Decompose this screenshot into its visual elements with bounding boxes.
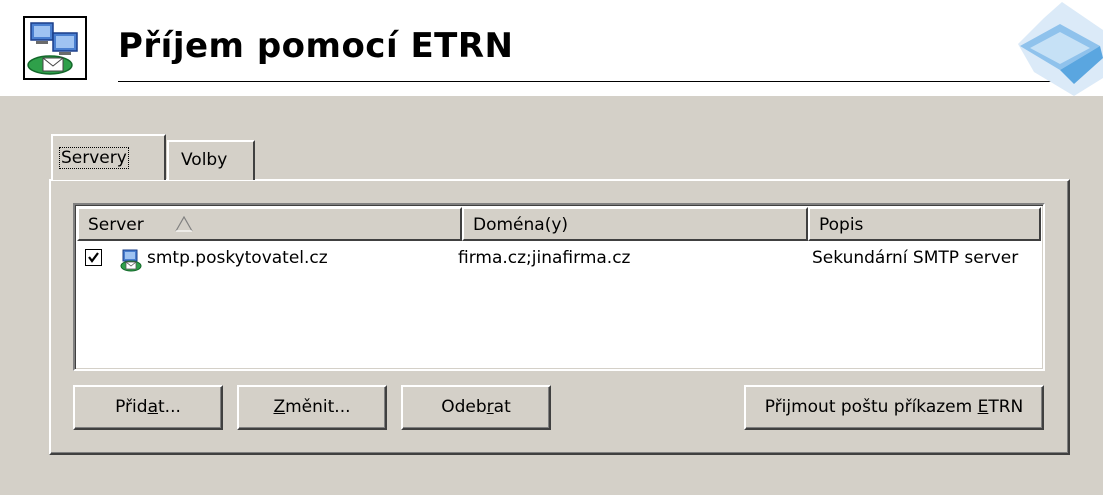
cell-description: Sekundární SMTP server: [812, 248, 1019, 268]
cell-domains: firma.cz;jinafirma.cz: [458, 248, 631, 268]
add-button-label-b: t...: [158, 397, 181, 417]
edit-button[interactable]: Změnit...: [237, 385, 387, 430]
add-button-label-a: Přid: [115, 397, 148, 417]
decorative-corner-logo: [1018, 2, 1103, 96]
server-list[interactable]: Server Doména(y) Popis smtp.poskytovatel…: [73, 203, 1045, 371]
column-header-domains-label: Doména(y): [473, 215, 569, 235]
tab-servery-label: Servery: [59, 147, 129, 169]
receive-mail-etrn-button[interactable]: Přijmout poštu příkazem ETRN: [744, 385, 1044, 430]
column-header-domains[interactable]: Doména(y): [462, 207, 808, 241]
checkmark-icon: [88, 252, 99, 263]
etrn-button-label-a: Přijmout poštu příkazem: [764, 397, 978, 417]
network-mail-icon: [23, 16, 87, 80]
column-header-server[interactable]: Server: [77, 207, 462, 241]
column-header-description-label: Popis: [819, 215, 864, 235]
remove-button-label-b: at: [493, 397, 511, 417]
edit-button-accel: Z: [273, 397, 286, 417]
column-header-server-label: Server: [88, 215, 144, 235]
page-title: Příjem pomocí ETRN: [118, 26, 514, 66]
sort-ascending-icon: [175, 216, 193, 232]
etrn-button-accel: E: [977, 397, 989, 417]
header-divider: [118, 81, 1074, 82]
header-band: Příjem pomocí ETRN: [0, 0, 1103, 96]
column-header-description[interactable]: Popis: [808, 207, 1041, 241]
remove-button-label-a: Odeb: [441, 397, 487, 417]
add-button-accel: a: [147, 397, 158, 417]
add-button[interactable]: Přidat...: [73, 385, 223, 430]
etrn-button-label-b: TRN: [988, 397, 1024, 417]
row-enabled-checkbox[interactable]: [85, 249, 102, 266]
table-row[interactable]: smtp.poskytovatel.cz firma.cz;jinafirma.…: [77, 245, 1041, 275]
remove-button-accel: r: [486, 397, 494, 417]
edit-button-label-b: měnit...: [285, 397, 351, 417]
remove-button[interactable]: Odebrat: [401, 385, 551, 430]
cell-server: smtp.poskytovatel.cz: [147, 248, 328, 268]
tab-volby[interactable]: Volby: [167, 140, 255, 180]
tab-servery[interactable]: Servery: [51, 134, 166, 180]
server-icon: [120, 249, 142, 272]
tab-volby-label: Volby: [181, 150, 228, 170]
